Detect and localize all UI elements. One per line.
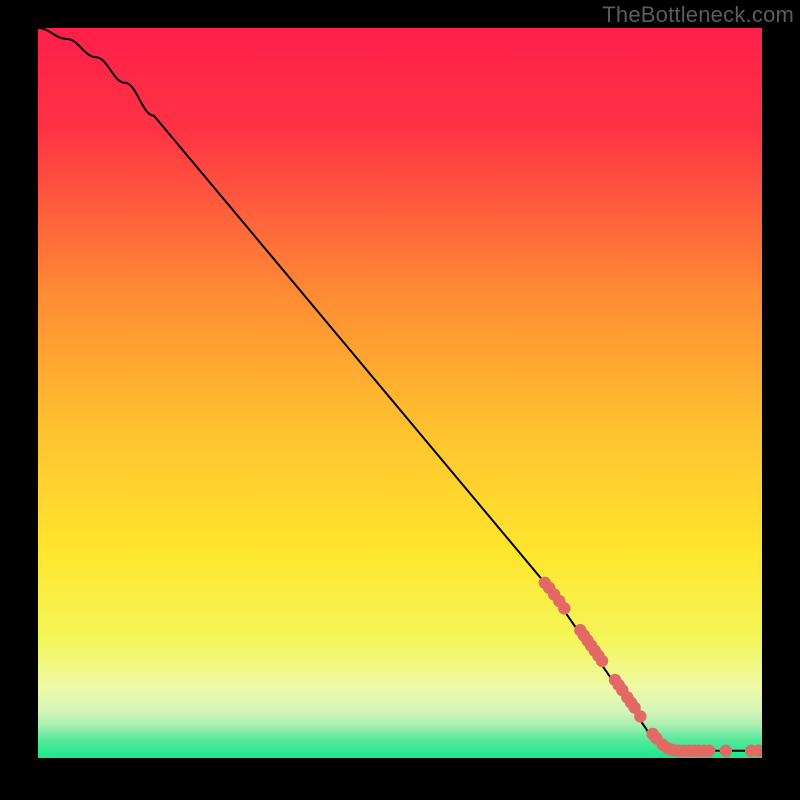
gradient-background [38,28,762,758]
watermark-text: TheBottleneck.com [602,2,794,28]
chart-container: TheBottleneck.com [0,0,800,800]
scatter-dot [596,655,608,667]
scatter-dot [634,710,646,722]
scatter-dot [703,745,715,757]
plot-area [38,28,762,758]
scatter-dot [558,602,570,614]
scatter-dot [720,745,732,757]
chart-svg [38,28,762,758]
